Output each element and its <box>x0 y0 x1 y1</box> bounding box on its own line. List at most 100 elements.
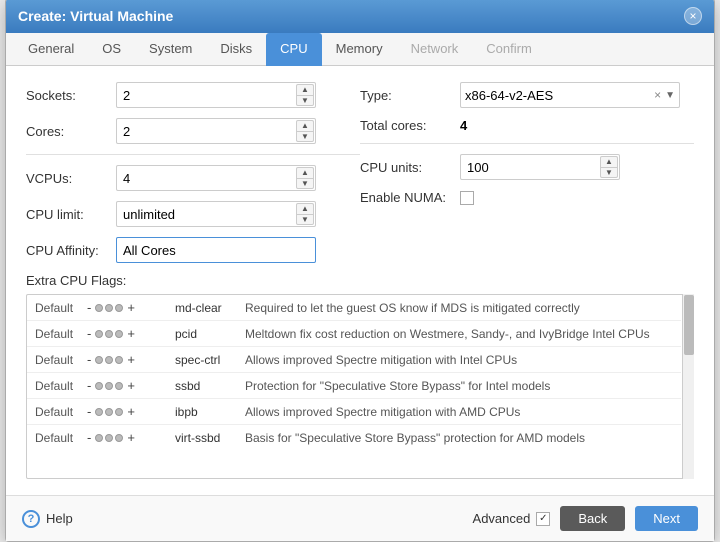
tab-network: Network <box>397 33 473 66</box>
dialog-header: Create: Virtual Machine × <box>6 0 714 33</box>
toggle-minus-icon[interactable]: - <box>85 300 93 315</box>
sockets-label: Sockets: <box>26 88 116 103</box>
sockets-arrows: ▲ ▼ <box>296 84 314 106</box>
dot-1 <box>95 304 103 312</box>
close-button[interactable]: × <box>684 7 702 25</box>
sockets-spinbox: ▲ ▼ <box>116 82 316 108</box>
dot-3 <box>115 408 123 416</box>
toggle-plus-icon[interactable]: + <box>125 378 137 393</box>
flag-name: pcid <box>175 327 245 341</box>
dot-3 <box>115 382 123 390</box>
flag-default: Default <box>35 405 85 419</box>
flag-default: Default <box>35 431 85 445</box>
dialog-content: Sockets: ▲ ▼ Cores: <box>6 66 714 495</box>
vcpus-down[interactable]: ▼ <box>296 178 314 189</box>
toggle-plus-icon[interactable]: + <box>125 300 137 315</box>
right-column: Type: x86-64-v2-AES × ▼ Total cores: 4 <box>360 82 694 273</box>
type-clear-icon[interactable]: × <box>650 88 665 102</box>
toggle-dots <box>93 434 125 442</box>
dot-3 <box>115 304 123 312</box>
flag-description: Protection for "Speculative Store Bypass… <box>245 379 673 393</box>
toggle-minus-icon[interactable]: - <box>85 326 93 341</box>
vcpus-input[interactable] <box>116 165 316 191</box>
flag-name: ssbd <box>175 379 245 393</box>
form-grid: Sockets: ▲ ▼ Cores: <box>26 82 694 273</box>
sockets-up[interactable]: ▲ <box>296 84 314 95</box>
cores-spinbox: ▲ ▼ <box>116 118 316 144</box>
flags-scroll[interactable]: Default - + md-clear Required to let the… <box>26 294 694 479</box>
tab-disks[interactable]: Disks <box>206 33 266 66</box>
flag-description: Allows improved Spectre mitigation with … <box>245 353 673 367</box>
tab-confirm: Confirm <box>472 33 546 66</box>
flag-name: ibpb <box>175 405 245 419</box>
flag-description: Allows improved Spectre mitigation with … <box>245 405 673 419</box>
cpu-limit-input[interactable] <box>116 201 316 227</box>
enable-numa-row: Enable NUMA: <box>360 190 694 205</box>
left-column: Sockets: ▲ ▼ Cores: <box>26 82 360 273</box>
cpu-units-input[interactable] <box>460 154 620 180</box>
cpu-limit-row: CPU limit: ▲ ▼ <box>26 201 360 227</box>
toggle-plus-icon[interactable]: + <box>125 326 137 341</box>
flag-row: Default - + virt-ssbd Basis for "Specula… <box>27 425 681 450</box>
flag-description: Required to let the guest OS know if MDS… <box>245 301 673 315</box>
cpu-units-up[interactable]: ▲ <box>600 156 618 167</box>
cores-control: ▲ ▼ <box>116 118 360 144</box>
flag-default: Default <box>35 353 85 367</box>
type-select[interactable]: x86-64-v2-AES × ▼ <box>460 82 680 108</box>
flag-row: Default - + ssbd Protection for "Specula… <box>27 373 681 399</box>
toggle-plus-icon[interactable]: + <box>125 404 137 419</box>
type-dropdown-icon[interactable]: ▼ <box>665 90 675 101</box>
flag-row: Default - + md-clear Required to let the… <box>27 295 681 321</box>
scrollbar-track <box>682 294 694 479</box>
flag-toggle[interactable]: - + <box>85 352 175 367</box>
tab-system[interactable]: System <box>135 33 206 66</box>
cores-input[interactable] <box>116 118 316 144</box>
toggle-minus-icon[interactable]: - <box>85 352 93 367</box>
flag-row: Default - + spec-ctrl Allows improved Sp… <box>27 347 681 373</box>
dot-2 <box>105 434 113 442</box>
tab-cpu[interactable]: CPU <box>266 33 321 66</box>
cpu-affinity-input[interactable] <box>116 237 316 263</box>
tab-general[interactable]: General <box>14 33 88 66</box>
cores-up[interactable]: ▲ <box>296 120 314 131</box>
vcpus-up[interactable]: ▲ <box>296 167 314 178</box>
toggle-plus-icon[interactable]: + <box>125 352 137 367</box>
dot-2 <box>105 330 113 338</box>
enable-numa-checkbox[interactable] <box>460 191 474 205</box>
total-cores-value: 4 <box>460 118 467 133</box>
cores-down[interactable]: ▼ <box>296 131 314 142</box>
cpu-limit-down[interactable]: ▼ <box>296 214 314 225</box>
advanced-checkbox[interactable] <box>536 512 550 526</box>
flag-toggle[interactable]: - + <box>85 430 175 445</box>
toggle-minus-icon[interactable]: - <box>85 430 93 445</box>
help-button[interactable]: ? Help <box>22 510 73 528</box>
flag-name: spec-ctrl <box>175 353 245 367</box>
cpu-limit-label: CPU limit: <box>26 207 116 222</box>
dot-3 <box>115 356 123 364</box>
cpu-units-down[interactable]: ▼ <box>600 167 618 178</box>
cpu-affinity-label: CPU Affinity: <box>26 243 116 258</box>
flag-row: Default - + pcid Meltdown fix cost reduc… <box>27 321 681 347</box>
toggle-dots <box>93 408 125 416</box>
toggle-plus-icon[interactable]: + <box>125 430 137 445</box>
sockets-input[interactable] <box>116 82 316 108</box>
back-button[interactable]: Back <box>560 506 625 531</box>
toggle-dots <box>93 356 125 364</box>
flag-toggle[interactable]: - + <box>85 404 175 419</box>
flag-toggle[interactable]: - + <box>85 300 175 315</box>
cpu-limit-up[interactable]: ▲ <box>296 203 314 214</box>
flag-row: Default - + ibpb Allows improved Spectre… <box>27 399 681 425</box>
toggle-minus-icon[interactable]: - <box>85 378 93 393</box>
dot-1 <box>95 356 103 364</box>
scrollbar-thumb <box>684 295 694 355</box>
flag-toggle[interactable]: - + <box>85 378 175 393</box>
next-button[interactable]: Next <box>635 506 698 531</box>
total-cores-row: Total cores: 4 <box>360 118 694 133</box>
sockets-down[interactable]: ▼ <box>296 95 314 106</box>
toggle-minus-icon[interactable]: - <box>85 404 93 419</box>
vcpus-label: VCPUs: <box>26 171 116 186</box>
tab-memory[interactable]: Memory <box>322 33 397 66</box>
tab-os[interactable]: OS <box>88 33 135 66</box>
cpu-limit-spinbox: ▲ ▼ <box>116 201 316 227</box>
flag-toggle[interactable]: - + <box>85 326 175 341</box>
